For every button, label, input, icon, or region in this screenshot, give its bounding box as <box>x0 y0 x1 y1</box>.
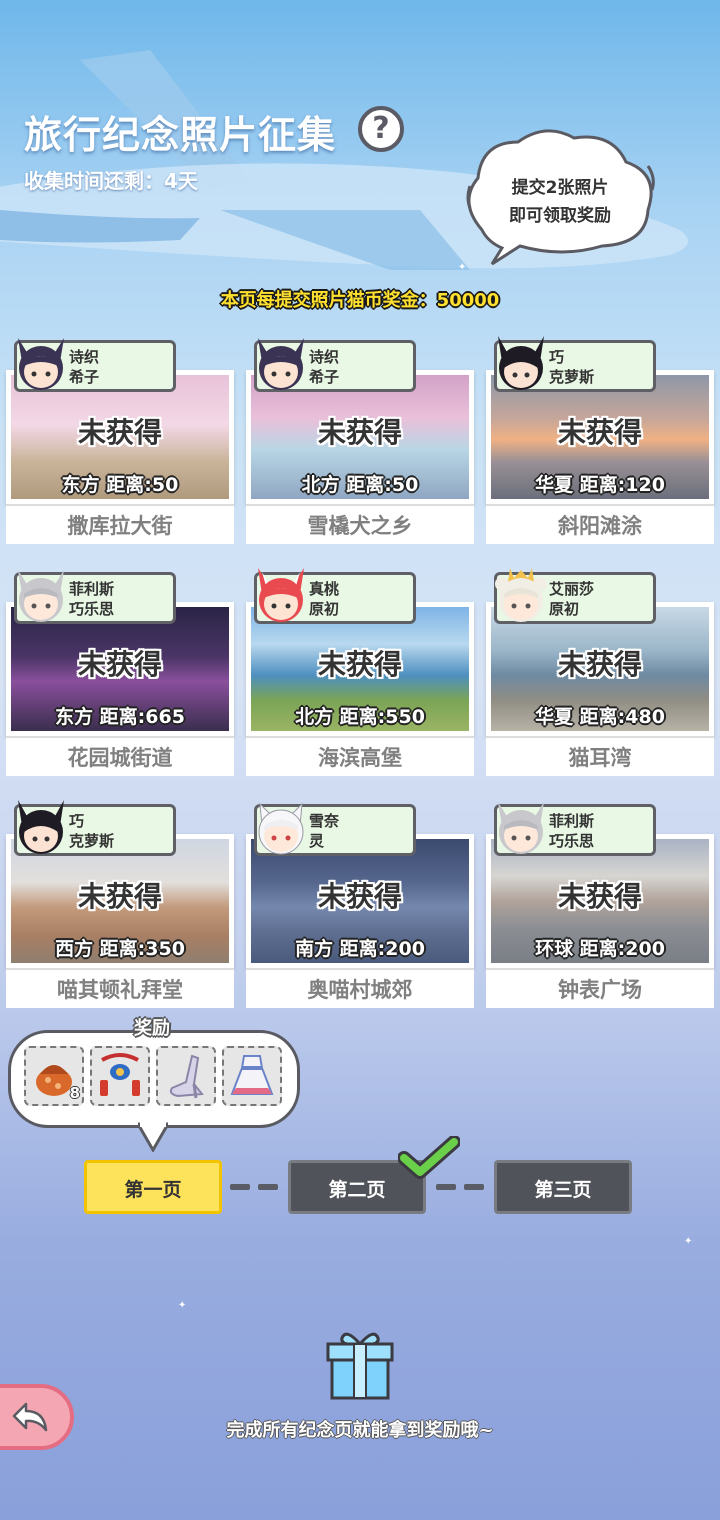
character-avatar-icon <box>258 338 304 390</box>
character-name-2: 克萝斯 <box>549 368 595 386</box>
distance-label: 南方 距离:200 <box>295 938 425 960</box>
status-label: 未获得 <box>77 648 162 681</box>
distance-label: 东方 距离:50 <box>61 474 179 496</box>
status-label: 未获得 <box>317 880 402 913</box>
place-name: 喵其顿礼拜堂 <box>6 968 234 1008</box>
hint-text: 提交2张照片 即可领取奖励 <box>478 174 642 230</box>
page-connector <box>464 1184 484 1190</box>
character-name-1: 巧 <box>549 348 565 366</box>
lantern-decoration-icon <box>100 1053 140 1096</box>
page-connector <box>258 1184 278 1190</box>
character-name-2: 巧乐思 <box>69 600 115 618</box>
reward-item[interactable] <box>156 1046 216 1106</box>
character-avatar-icon <box>18 570 64 622</box>
high-heel-icon <box>169 1054 204 1099</box>
gift-box-icon[interactable] <box>322 1326 398 1402</box>
place-name: 雪橇犬之乡 <box>246 504 474 544</box>
character-name-2: 希子 <box>69 368 100 386</box>
character-avatar-icon <box>18 338 64 390</box>
distance-label: 华夏 距离:120 <box>535 474 665 496</box>
page-connector <box>436 1184 456 1190</box>
back-button[interactable] <box>0 1384 74 1450</box>
status-label: 未获得 <box>77 880 162 913</box>
character-avatar-icon <box>18 800 64 854</box>
page-connector <box>230 1184 250 1190</box>
character-avatar-icon <box>258 568 304 622</box>
help-button[interactable]: ? <box>358 106 404 152</box>
photo-card[interactable]: 未获得 华夏 距离:120 斜阳滩涂 巧 克萝斯 <box>486 336 714 544</box>
place-name: 钟表广场 <box>486 968 714 1008</box>
character-name-2: 巧乐思 <box>549 832 595 850</box>
distance-label: 华夏 距离:480 <box>535 706 665 728</box>
photo-card[interactable]: 未获得 东方 距离:50 撒库拉大街 诗织 希子 <box>6 338 234 544</box>
reward-item[interactable] <box>90 1046 150 1106</box>
photo-card[interactable]: 未获得 西方 距离:350 喵其顿礼拜堂 巧 克萝斯 <box>6 800 234 1008</box>
distance-label: 西方 距离:350 <box>55 938 185 960</box>
photo-card[interactable]: 未获得 环球 距离:200 钟表广场 菲利斯 巧乐思 <box>486 802 714 1008</box>
hint-line-2: 即可领取奖励 <box>509 206 611 226</box>
character-name-2: 灵 <box>309 832 325 850</box>
distance-label: 环球 距离:200 <box>535 938 665 960</box>
place-name: 猫耳湾 <box>486 736 714 776</box>
character-avatar-icon <box>258 802 304 855</box>
page-tab-1[interactable]: 第一页 <box>84 1160 222 1214</box>
place-name: 撒库拉大街 <box>6 504 234 544</box>
place-name: 奥喵村城郊 <box>246 968 474 1008</box>
dress-icon <box>230 1055 274 1095</box>
page-title: 旅行纪念照片征集 <box>24 113 337 157</box>
character-name-1: 菲利斯 <box>69 580 115 598</box>
page-tab-3[interactable]: 第三页 <box>494 1160 632 1214</box>
character-name-2: 希子 <box>309 368 340 386</box>
photo-card[interactable]: 未获得 南方 距离:200 奥喵村城郊 雪奈 灵 <box>246 802 474 1008</box>
status-label: 未获得 <box>317 416 402 449</box>
distance-label: 北方 距离:50 <box>301 474 419 496</box>
photo-card[interactable]: 未获得 北方 距离:550 海滨高堡 真桃 原初 <box>246 568 474 776</box>
reward-bubble-tail <box>138 1122 168 1152</box>
character-name-1: 艾丽莎 <box>549 580 595 598</box>
sparkle-decoration: ✦ <box>178 1300 187 1311</box>
character-name-1: 诗织 <box>69 348 100 366</box>
character-name-1: 真桃 <box>309 580 340 598</box>
character-avatar-icon <box>498 802 544 854</box>
reward-item[interactable]: 8 <box>24 1046 84 1106</box>
photo-card[interactable]: 未获得 北方 距离:50 雪橇犬之乡 诗织 希子 <box>246 338 474 544</box>
character-name-1: 巧 <box>69 812 85 830</box>
reward-count: 8 <box>69 1084 80 1102</box>
photo-card[interactable]: 未获得 东方 距离:665 花园城街道 菲利斯 巧乐思 <box>6 570 234 776</box>
sparkle-decoration: ✦ <box>458 262 467 273</box>
place-name: 海滨高堡 <box>246 736 474 776</box>
checkmark-icon <box>398 1136 460 1179</box>
status-label: 未获得 <box>557 648 642 681</box>
sparkle-decoration: ✦ <box>684 1236 693 1247</box>
bonus-text: 本页每提交照片猫币奖金：50000 <box>220 290 500 311</box>
character-avatar-icon <box>498 336 544 390</box>
character-name-2: 原初 <box>309 600 340 618</box>
status-label: 未获得 <box>77 416 162 449</box>
photo-card[interactable]: 未获得 华夏 距离:480 猫耳湾 艾丽莎 原初 <box>486 568 714 776</box>
footer-hint: 完成所有纪念页就能拿到奖励哦~ <box>226 1420 494 1441</box>
reward-label: 奖励 <box>134 1018 170 1039</box>
status-label: 未获得 <box>317 648 402 681</box>
character-name-2: 克萝斯 <box>69 832 115 850</box>
distance-label: 东方 距离:665 <box>55 706 185 728</box>
remaining-time: 收集时间还剩：4天 <box>24 169 198 193</box>
status-label: 未获得 <box>557 416 642 449</box>
hint-line-1: 提交2张照片 <box>511 178 609 198</box>
character-name-1: 菲利斯 <box>549 812 595 830</box>
character-name-1: 诗织 <box>309 348 340 366</box>
character-name-1: 雪奈 <box>309 812 340 830</box>
distance-label: 北方 距离:550 <box>295 706 425 728</box>
place-name: 斜阳滩涂 <box>486 504 714 544</box>
back-arrow-icon <box>12 1402 48 1432</box>
place-name: 花园城街道 <box>6 736 234 776</box>
character-avatar-icon <box>495 568 547 622</box>
character-name-2: 原初 <box>549 600 580 618</box>
status-label: 未获得 <box>557 880 642 913</box>
reward-item[interactable] <box>222 1046 282 1106</box>
header: 旅行纪念照片征集 ? 收集时间还剩：4天 <box>24 104 404 194</box>
